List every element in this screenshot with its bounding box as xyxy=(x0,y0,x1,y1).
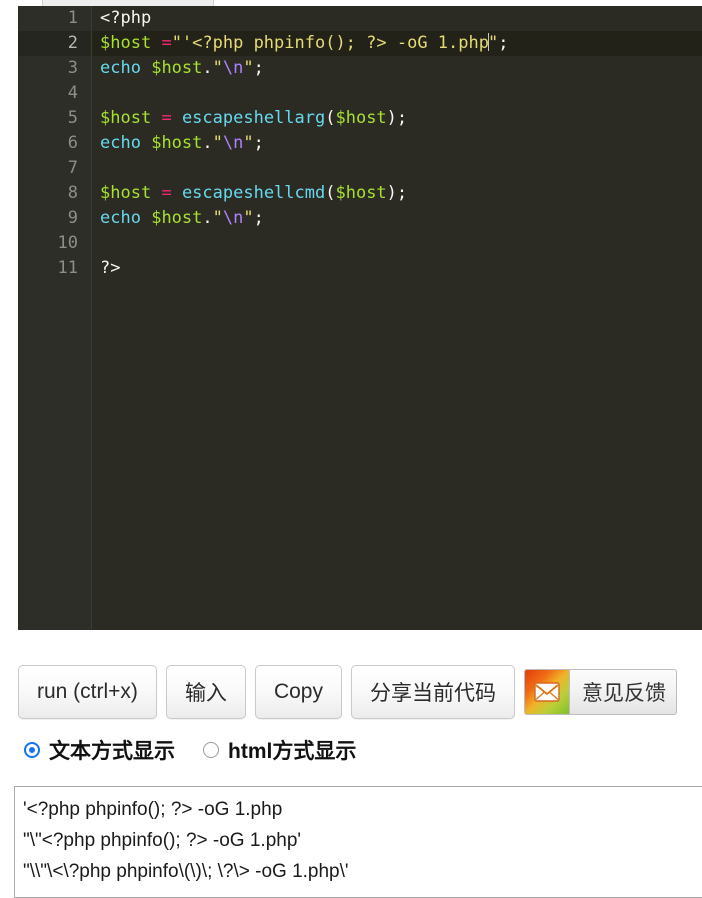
feedback-label: 意见反馈 xyxy=(581,682,666,705)
token-operator: = xyxy=(161,108,172,128)
line-number: 11 xyxy=(57,258,78,278)
code-line[interactable]: echo $host."\n"; xyxy=(92,206,702,231)
token-paren: ( xyxy=(325,108,336,128)
token-semicolon: ; xyxy=(498,33,509,53)
token-variable: $host xyxy=(151,208,203,228)
line-number: 4 xyxy=(67,83,78,103)
token-variable: $host xyxy=(151,58,203,78)
line-number: 1 xyxy=(67,8,78,28)
code-line[interactable]: echo $host."\n"; xyxy=(92,56,702,81)
token-variable: $host xyxy=(100,33,152,53)
token-quote: " xyxy=(243,208,254,228)
token-function: escapeshellcmd xyxy=(181,183,326,203)
token-keyword: echo xyxy=(100,133,141,153)
code-line[interactable]: ?> xyxy=(92,256,702,281)
token-paren-close: ); xyxy=(386,108,408,128)
copy-button[interactable]: Copy xyxy=(254,665,342,719)
token-string: "'<?php phpinfo(); ?> -oG 1.php xyxy=(171,33,489,53)
code-line[interactable]: $host = escapeshellcmd($host); xyxy=(92,181,702,206)
code-line-empty[interactable] xyxy=(92,156,702,181)
line-number: 8 xyxy=(67,183,78,203)
output-line: "\\"\<\?php phpinfo\(\)\; \?\> -oG 1.php… xyxy=(23,861,349,882)
run-button[interactable]: run (ctrl+x) xyxy=(18,665,157,719)
token-variable: $host xyxy=(151,133,203,153)
display-mode-group: 文本方式显示 html方式显示 xyxy=(24,735,356,765)
line-number: 2 xyxy=(18,31,91,56)
line-number: 9 xyxy=(67,208,78,228)
token-quote: " xyxy=(212,208,223,228)
radio-html-label: html方式显示 xyxy=(228,740,357,763)
token-concat: . xyxy=(202,58,213,78)
token-string-end: " xyxy=(487,33,499,53)
radio-option-text[interactable]: 文本方式显示 xyxy=(24,735,175,765)
token-quote: " xyxy=(212,58,223,78)
radio-html-indicator[interactable] xyxy=(203,742,219,758)
token-quote: " xyxy=(243,133,254,153)
line-number-gutter: 1 2 3 4 5 6 7 8 9 10 11 xyxy=(18,6,92,630)
line-number: 5 xyxy=(67,108,78,128)
token-concat: . xyxy=(202,208,213,228)
radio-option-html[interactable]: html方式显示 xyxy=(203,735,356,765)
token-escape: \n xyxy=(222,58,244,78)
code-line[interactable]: <?php xyxy=(92,6,702,31)
envelope-icon xyxy=(524,670,570,714)
feedback-button[interactable]: 意见反馈 xyxy=(523,669,677,715)
token-quote: " xyxy=(212,133,223,153)
toolbar: run (ctrl+x) 输入 Copy 分享当前代码 意见反馈 xyxy=(18,665,677,719)
token-operator: = xyxy=(161,33,172,53)
token-keyword: echo xyxy=(100,208,141,228)
token-paren-close: ); xyxy=(386,183,408,203)
line-number: 3 xyxy=(67,58,78,78)
code-line-active[interactable]: $host ="'<?php phpinfo(); ?> -oG 1.php"; xyxy=(92,31,702,56)
line-number: 7 xyxy=(67,158,78,178)
token-variable: $host xyxy=(100,183,152,203)
line-number: 6 xyxy=(67,133,78,153)
token-escape: \n xyxy=(222,133,244,153)
output-panel[interactable]: '<?php phpinfo(); ?> -oG 1.php "\"<?php … xyxy=(14,786,702,898)
share-code-button[interactable]: 分享当前代码 xyxy=(350,665,515,719)
code-line-empty[interactable] xyxy=(92,231,702,256)
input-button[interactable]: 输入 xyxy=(165,665,246,719)
php-open-tag: <?php xyxy=(100,8,152,28)
token-semicolon: ; xyxy=(253,58,264,78)
token-variable: $host xyxy=(100,108,152,128)
code-line[interactable]: $host = escapeshellarg($host); xyxy=(92,106,702,131)
output-line: "\"<?php phpinfo(); ?> -oG 1.php' xyxy=(23,830,302,851)
code-editor[interactable]: 1 2 3 4 5 6 7 8 9 10 11 <?php $host ="'<… xyxy=(18,6,702,630)
token-paren: ( xyxy=(325,183,336,203)
php-close-tag: ?> xyxy=(100,258,121,278)
token-semicolon: ; xyxy=(253,208,264,228)
code-line-empty[interactable] xyxy=(92,81,702,106)
token-semicolon: ; xyxy=(253,133,264,153)
token-keyword: echo xyxy=(100,58,141,78)
token-variable: $host xyxy=(335,108,387,128)
token-escape: \n xyxy=(222,208,244,228)
output-line: '<?php phpinfo(); ?> -oG 1.php xyxy=(23,799,283,820)
token-operator: = xyxy=(161,183,172,203)
radio-text-indicator[interactable] xyxy=(24,742,40,758)
token-concat: . xyxy=(202,133,213,153)
code-content[interactable]: <?php $host ="'<?php phpinfo(); ?> -oG 1… xyxy=(92,6,702,630)
radio-text-label: 文本方式显示 xyxy=(49,740,175,763)
code-line[interactable]: echo $host."\n"; xyxy=(92,131,702,156)
token-quote: " xyxy=(243,58,254,78)
token-function: escapeshellarg xyxy=(181,108,326,128)
line-number: 10 xyxy=(57,233,78,253)
token-variable: $host xyxy=(335,183,387,203)
